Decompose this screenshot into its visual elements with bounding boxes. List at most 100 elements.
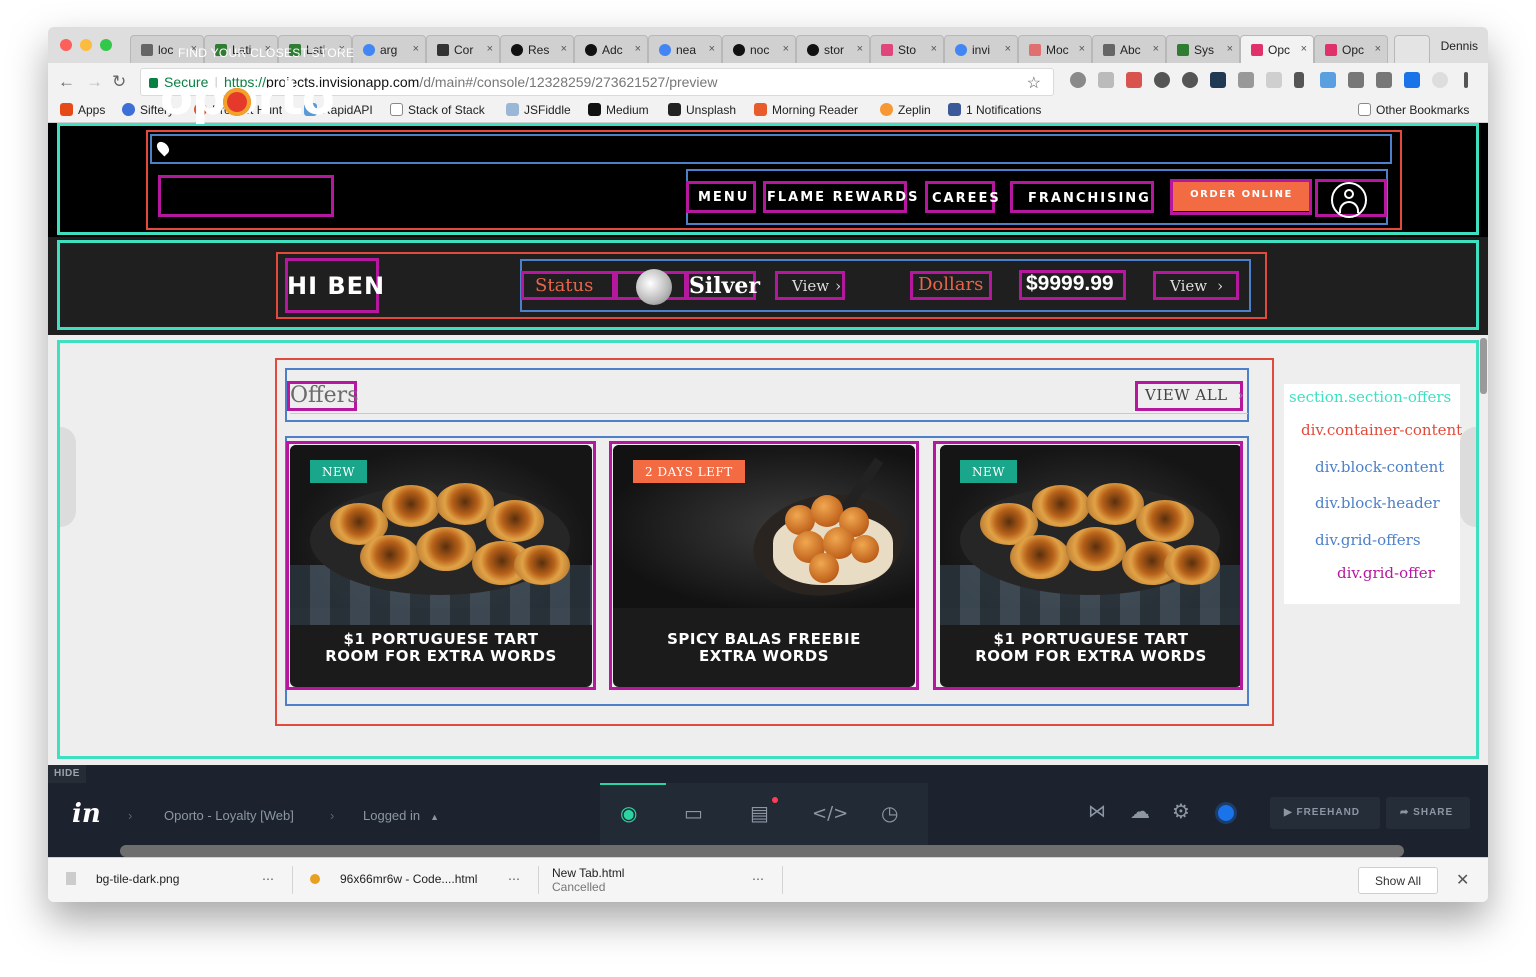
browser-tab[interactable]: Sto × bbox=[870, 35, 944, 63]
profile-name[interactable]: Dennis bbox=[1441, 39, 1478, 53]
close-tab-icon[interactable]: × bbox=[635, 43, 641, 55]
close-tab-icon[interactable]: × bbox=[857, 43, 863, 55]
browser-tab[interactable]: stor × bbox=[796, 35, 870, 63]
invision-logo-icon[interactable]: in bbox=[72, 799, 101, 829]
maximize-window-button[interactable] bbox=[100, 39, 112, 51]
legend-item: div.grid-offer bbox=[1337, 564, 1435, 582]
view-all-link[interactable]: VIEW ALL › bbox=[1145, 386, 1244, 404]
browser-tab[interactable]: Adc × bbox=[574, 35, 648, 63]
browser-tab[interactable]: noc × bbox=[722, 35, 796, 63]
browser-tab[interactable]: Res × bbox=[500, 35, 574, 63]
close-tab-icon[interactable]: × bbox=[413, 43, 419, 55]
minimize-window-button[interactable] bbox=[80, 39, 92, 51]
browser-tab[interactable]: Moc × bbox=[1018, 35, 1092, 63]
page-scrollbar-thumb[interactable] bbox=[1480, 338, 1487, 394]
bookmark-morning-reader[interactable]: Morning Reader bbox=[754, 103, 858, 117]
close-tab-icon[interactable]: × bbox=[561, 43, 567, 55]
show-all-button[interactable]: Show All bbox=[1358, 867, 1438, 894]
tab-label: arg bbox=[380, 43, 398, 57]
preview-eye-icon[interactable]: ◉ bbox=[620, 801, 637, 825]
browser-tab-active[interactable]: Opc × bbox=[1240, 35, 1314, 63]
browser-tab[interactable]: nea × bbox=[648, 35, 722, 63]
nav-franchising[interactable]: FRANCHISING bbox=[1028, 191, 1151, 206]
extension-icon[interactable] bbox=[1348, 72, 1364, 88]
nav-flame-rewards[interactable]: FLAME REWARDS bbox=[767, 190, 919, 205]
share-nodes-icon[interactable]: ⋈ bbox=[1088, 801, 1106, 822]
project-name[interactable]: Oporto - Loyalty [Web] bbox=[164, 808, 294, 823]
oporto-logo[interactable]: oporto bbox=[160, 74, 335, 124]
bookmark-jsfiddle[interactable]: JSFiddle bbox=[506, 103, 571, 117]
close-tab-icon[interactable]: × bbox=[1375, 43, 1381, 55]
browser-tab[interactable]: Opc × bbox=[1314, 35, 1388, 63]
extension-icon[interactable] bbox=[1182, 72, 1198, 88]
download-menu-icon[interactable]: ⋯ bbox=[508, 872, 520, 886]
other-bookmarks[interactable]: Other Bookmarks bbox=[1358, 103, 1469, 117]
extension-icon[interactable] bbox=[1154, 72, 1170, 88]
download-item[interactable]: 96x66mr6w - Code....html bbox=[310, 872, 477, 886]
reload-icon[interactable]: ↻ bbox=[112, 72, 126, 92]
extension-icon[interactable] bbox=[1126, 72, 1142, 88]
browser-tab[interactable]: Cor × bbox=[426, 35, 500, 63]
share-button[interactable]: ➦ SHARE bbox=[1386, 797, 1470, 829]
bookmark-star-icon[interactable]: ☆ bbox=[1027, 73, 1041, 93]
extension-icon[interactable] bbox=[1432, 72, 1448, 88]
menu-dots-icon[interactable] bbox=[1464, 72, 1468, 88]
extension-icon[interactable] bbox=[1320, 72, 1336, 88]
dollars-view-button[interactable]: View › bbox=[1170, 277, 1223, 295]
new-tab-button[interactable] bbox=[1394, 35, 1430, 63]
horizontal-scrollbar[interactable] bbox=[120, 845, 1404, 857]
close-window-button[interactable] bbox=[60, 39, 72, 51]
close-tab-icon[interactable]: × bbox=[1301, 43, 1307, 55]
bookmark-notifications[interactable]: 1 Notifications bbox=[948, 103, 1041, 117]
close-tab-icon[interactable]: × bbox=[1153, 43, 1159, 55]
download-menu-icon[interactable]: ⋯ bbox=[262, 872, 274, 886]
react-devtools-icon[interactable] bbox=[1210, 72, 1226, 88]
download-item[interactable]: New Tab.html Cancelled bbox=[552, 866, 624, 894]
cloud-sync-icon[interactable]: ☁ bbox=[1130, 799, 1150, 823]
browser-tab[interactable]: Sys × bbox=[1166, 35, 1240, 63]
build-mode-icon[interactable]: ▭ bbox=[684, 801, 703, 825]
close-downloads-icon[interactable]: ✕ bbox=[1456, 870, 1469, 890]
settings-gear-icon[interactable]: ⚙ bbox=[1172, 799, 1190, 823]
hide-toolbar-button[interactable]: HIDE bbox=[48, 765, 86, 783]
find-store-link[interactable]: FIND YOUR CLOSEST STORE bbox=[178, 46, 354, 60]
bookmark-unsplash[interactable]: Unsplash bbox=[668, 103, 736, 117]
close-tab-icon[interactable]: × bbox=[709, 43, 715, 55]
comment-icon[interactable]: ▤ bbox=[750, 801, 769, 825]
user-avatar[interactable] bbox=[1218, 805, 1234, 821]
browser-tab[interactable]: arg × bbox=[352, 35, 426, 63]
close-tab-icon[interactable]: × bbox=[931, 43, 937, 55]
extension-icon[interactable] bbox=[1294, 72, 1304, 88]
browser-tab[interactable]: invi × bbox=[944, 35, 1018, 63]
extension-icon[interactable] bbox=[1266, 72, 1282, 88]
close-tab-icon[interactable]: × bbox=[783, 43, 789, 55]
status-view-button[interactable]: View › bbox=[792, 277, 841, 295]
history-clock-icon[interactable]: ◷ bbox=[881, 801, 898, 825]
close-tab-icon[interactable]: × bbox=[487, 43, 493, 55]
download-item[interactable]: bg-tile-dark.png bbox=[66, 872, 179, 886]
cast-icon[interactable] bbox=[1238, 72, 1254, 88]
extension-icon[interactable] bbox=[1098, 72, 1114, 88]
forward-icon[interactable]: → bbox=[86, 72, 103, 92]
inspect-code-icon[interactable]: </> bbox=[812, 803, 848, 824]
close-tab-icon[interactable]: × bbox=[1227, 43, 1233, 55]
close-tab-icon[interactable]: × bbox=[1079, 43, 1085, 55]
extension-icon[interactable] bbox=[1376, 72, 1392, 88]
freehand-button[interactable]: ▶ FREEHAND bbox=[1270, 797, 1380, 829]
download-menu-icon[interactable]: ⋯ bbox=[752, 872, 764, 886]
screen-selector[interactable]: Logged in ▲ bbox=[363, 808, 439, 823]
close-tab-icon[interactable]: × bbox=[1005, 43, 1011, 55]
back-icon[interactable]: ← bbox=[58, 72, 75, 92]
extension-icon[interactable] bbox=[1404, 72, 1420, 88]
bookmark-medium[interactable]: Medium bbox=[588, 103, 649, 117]
browser-tab[interactable]: Abc × bbox=[1092, 35, 1166, 63]
nav-menu[interactable]: MENU bbox=[698, 190, 749, 205]
bookmark-stack-of-stack[interactable]: Stack of Stack bbox=[390, 103, 485, 117]
next-arrow-hint[interactable] bbox=[1460, 427, 1476, 527]
nav-carees[interactable]: CAREES bbox=[932, 191, 1001, 206]
prev-arrow-hint[interactable] bbox=[60, 427, 76, 527]
bookmark-apps[interactable]: Apps bbox=[60, 103, 105, 117]
extension-icon[interactable] bbox=[1070, 72, 1086, 88]
bookmark-zeplin[interactable]: Zeplin bbox=[880, 103, 931, 117]
user-account-icon[interactable] bbox=[1331, 182, 1367, 218]
